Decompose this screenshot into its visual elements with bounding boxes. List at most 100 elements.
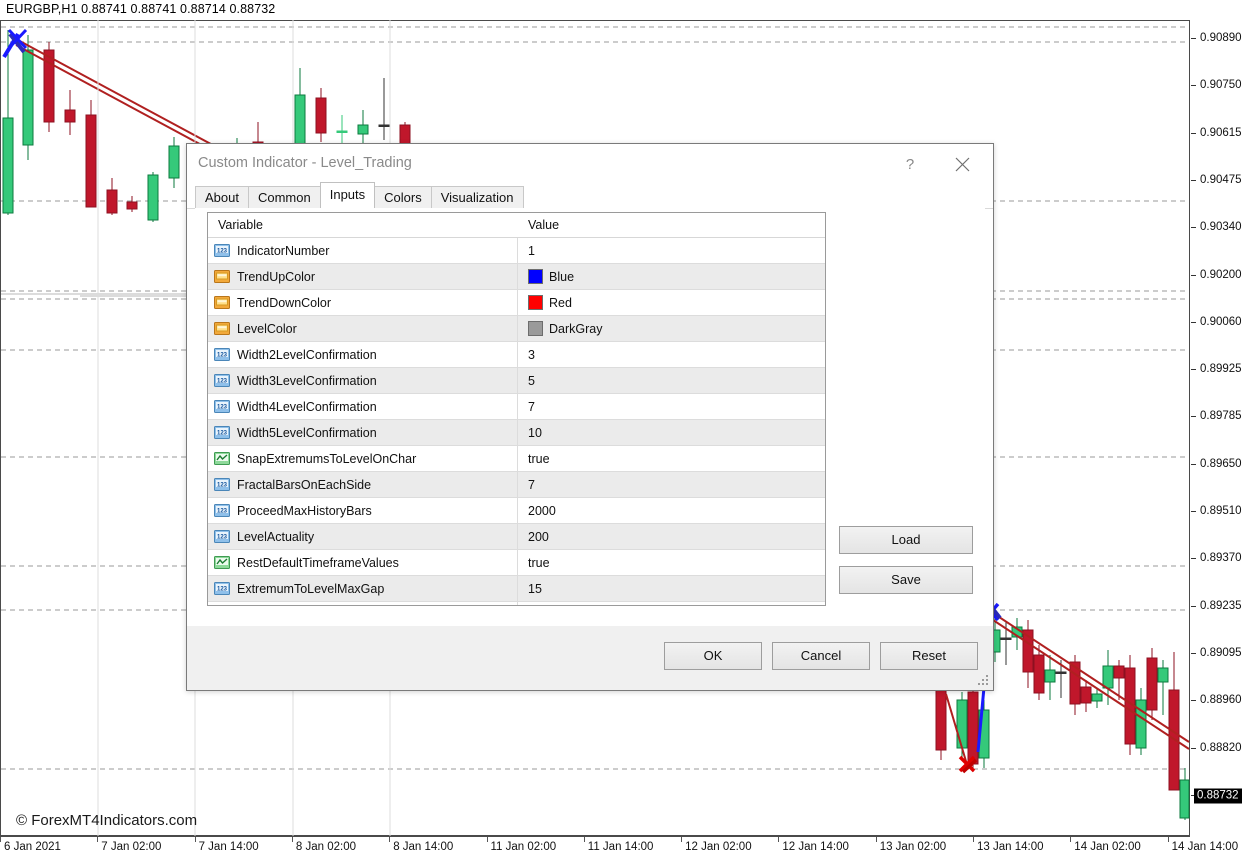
table-row[interactable]: 123 Width3LevelConfirmation 5 bbox=[208, 368, 825, 394]
price-axis-label: 0.89095 bbox=[1200, 646, 1242, 659]
cancel-button[interactable]: Cancel bbox=[772, 642, 870, 670]
table-row[interactable]: RestDefaultTimeframeValues true bbox=[208, 550, 825, 576]
cell-value[interactable]: DarkGray bbox=[518, 316, 823, 341]
tabstrip[interactable]: About Common Inputs Colors Visualization bbox=[195, 182, 524, 209]
cell-value[interactable]: 5 bbox=[518, 368, 823, 393]
price-axis-label: 0.90060 bbox=[1200, 315, 1242, 328]
time-axis-label: 12 Jan 14:00 bbox=[782, 841, 849, 853]
cell-value[interactable]: 7 bbox=[518, 394, 823, 419]
int-icon: 123 bbox=[214, 373, 230, 389]
help-icon[interactable]: ? bbox=[887, 144, 933, 184]
table-row[interactable]: 123 Width2LevelConfirmation 3 bbox=[208, 342, 825, 368]
time-tick bbox=[1167, 837, 1169, 842]
int-icon: 123 bbox=[214, 581, 230, 597]
time-tick bbox=[486, 837, 488, 842]
svg-text:123: 123 bbox=[217, 378, 228, 384]
time-tick bbox=[1070, 837, 1072, 842]
variable-label: ExtremumToLevelMaxGap bbox=[237, 581, 385, 596]
table-row[interactable]: 123 Width4LevelConfirmation 7 bbox=[208, 394, 825, 420]
table-row[interactable]: 123 Width5LevelConfirmation 10 bbox=[208, 420, 825, 446]
table-row[interactable]: 123 FractalBarsOnEachSide 7 bbox=[208, 472, 825, 498]
ok-button[interactable]: OK bbox=[664, 642, 762, 670]
int-icon: 123 bbox=[214, 477, 230, 493]
tab-common[interactable]: Common bbox=[247, 186, 321, 209]
price-axis-label: 0.90200 bbox=[1200, 268, 1242, 281]
cell-value[interactable]: 15 bbox=[518, 576, 823, 601]
table-row[interactable]: 123 ExtremumToLevelMaxGap 15 bbox=[208, 576, 825, 602]
cell-variable: SnapExtremumsToLevelOnChar bbox=[208, 446, 518, 471]
dialog-footer: OK Cancel Reset bbox=[187, 626, 993, 690]
inputs-grid[interactable]: Variable Value 123 IndicatorNumber 1 TrendU… bbox=[207, 212, 826, 606]
bool-icon bbox=[214, 451, 230, 467]
cell-variable: 123 Width4LevelConfirmation bbox=[208, 394, 518, 419]
time-axis[interactable]: 6 Jan 2021 7 Jan 02:00 7 Jan 14:00 8 Jan 02… bbox=[0, 836, 1238, 861]
svg-text:123: 123 bbox=[217, 430, 228, 436]
price-tick bbox=[1191, 511, 1196, 512]
custom-indicator-dialog[interactable]: Custom Indicator - Level_Trading ? About… bbox=[186, 143, 994, 691]
table-row[interactable]: SnapExtremumsToLevelOnChar true bbox=[208, 446, 825, 472]
cell-value[interactable]: 200 bbox=[518, 524, 823, 549]
cell-variable: 123 ExtremumToLevelMaxGap bbox=[208, 576, 518, 601]
cell-value[interactable]: 0.4 bbox=[518, 602, 823, 605]
cell-value[interactable]: true bbox=[518, 446, 823, 471]
cell-value[interactable]: 1 bbox=[518, 238, 823, 263]
table-row[interactable]: ½PriceDeltaFor1Bar0.4 bbox=[208, 602, 825, 605]
price-axis-label: 0.90475 bbox=[1200, 173, 1242, 186]
value-text: 2000 bbox=[528, 503, 556, 518]
price-tick bbox=[1191, 321, 1196, 323]
price-tick bbox=[1191, 747, 1196, 749]
tab-colors[interactable]: Colors bbox=[374, 186, 432, 209]
price-tick bbox=[1191, 132, 1196, 134]
table-row[interactable]: 123 LevelActuality 200 bbox=[208, 524, 825, 550]
cell-value[interactable]: 3 bbox=[518, 342, 823, 367]
cell-value[interactable]: true bbox=[518, 550, 823, 575]
table-row[interactable]: 123 IndicatorNumber 1 bbox=[208, 238, 825, 264]
time-axis-label: 6 Jan 2021 bbox=[4, 841, 61, 853]
price-axis-label: 0.89785 bbox=[1200, 410, 1242, 423]
side-buttons: Load Save bbox=[839, 526, 973, 594]
price-tick bbox=[1191, 85, 1196, 87]
price-tick bbox=[1191, 38, 1196, 39]
close-icon[interactable] bbox=[939, 144, 985, 184]
color-icon bbox=[214, 321, 230, 337]
time-axis-label: 12 Jan 02:00 bbox=[685, 841, 752, 853]
resize-grip[interactable] bbox=[978, 675, 990, 687]
cell-value[interactable]: Blue bbox=[518, 264, 823, 289]
value-text: 7 bbox=[528, 399, 535, 414]
cell-value[interactable]: 10 bbox=[518, 420, 823, 445]
value-text: 5 bbox=[528, 373, 535, 388]
tab-inputs[interactable]: Inputs bbox=[319, 182, 376, 208]
variable-label: LevelColor bbox=[237, 321, 297, 336]
time-tick bbox=[778, 837, 780, 842]
int-icon: 123 bbox=[214, 399, 230, 415]
tab-visualization[interactable]: Visualization bbox=[430, 186, 524, 209]
reset-button[interactable]: Reset bbox=[880, 642, 978, 670]
time-axis-label: 8 Jan 02:00 bbox=[295, 841, 356, 853]
cell-value[interactable]: Red bbox=[518, 290, 823, 315]
svg-text:123: 123 bbox=[217, 352, 228, 358]
cell-value[interactable]: 7 bbox=[518, 472, 823, 497]
save-button[interactable]: Save bbox=[839, 566, 973, 594]
table-row[interactable]: TrendUpColor Blue bbox=[208, 264, 825, 290]
time-tick bbox=[291, 837, 293, 842]
svg-text:123: 123 bbox=[217, 534, 228, 540]
time-axis-label: 7 Jan 14:00 bbox=[198, 841, 259, 853]
dialog-titlebar[interactable]: Custom Indicator - Level_Trading ? bbox=[187, 144, 993, 184]
price-axis[interactable]: 0.90890 0.90750 0.90615 0.90475 0.90340 0.902… bbox=[1190, 0, 1250, 836]
cell-variable: 123 Width3LevelConfirmation bbox=[208, 368, 518, 393]
load-button[interactable]: Load bbox=[839, 526, 973, 554]
table-row[interactable]: LevelColor DarkGray bbox=[208, 316, 825, 342]
svg-text:123: 123 bbox=[217, 586, 228, 592]
cell-variable: TrendDownColor bbox=[208, 290, 518, 315]
cell-variable: 123 Width2LevelConfirmation bbox=[208, 342, 518, 367]
cell-value[interactable]: 2000 bbox=[518, 498, 823, 523]
variable-label: TrendUpColor bbox=[237, 269, 316, 284]
variable-label: RestDefaultTimeframeValues bbox=[237, 555, 399, 570]
time-tick bbox=[973, 837, 974, 842]
table-row[interactable]: 123 ProceedMaxHistoryBars 2000 bbox=[208, 498, 825, 524]
price-tick bbox=[1191, 700, 1196, 702]
table-row[interactable]: TrendDownColor Red bbox=[208, 290, 825, 316]
tab-about[interactable]: About bbox=[195, 186, 249, 209]
price-axis-label: 0.90750 bbox=[1200, 79, 1242, 92]
int-icon: 123 bbox=[214, 503, 230, 519]
